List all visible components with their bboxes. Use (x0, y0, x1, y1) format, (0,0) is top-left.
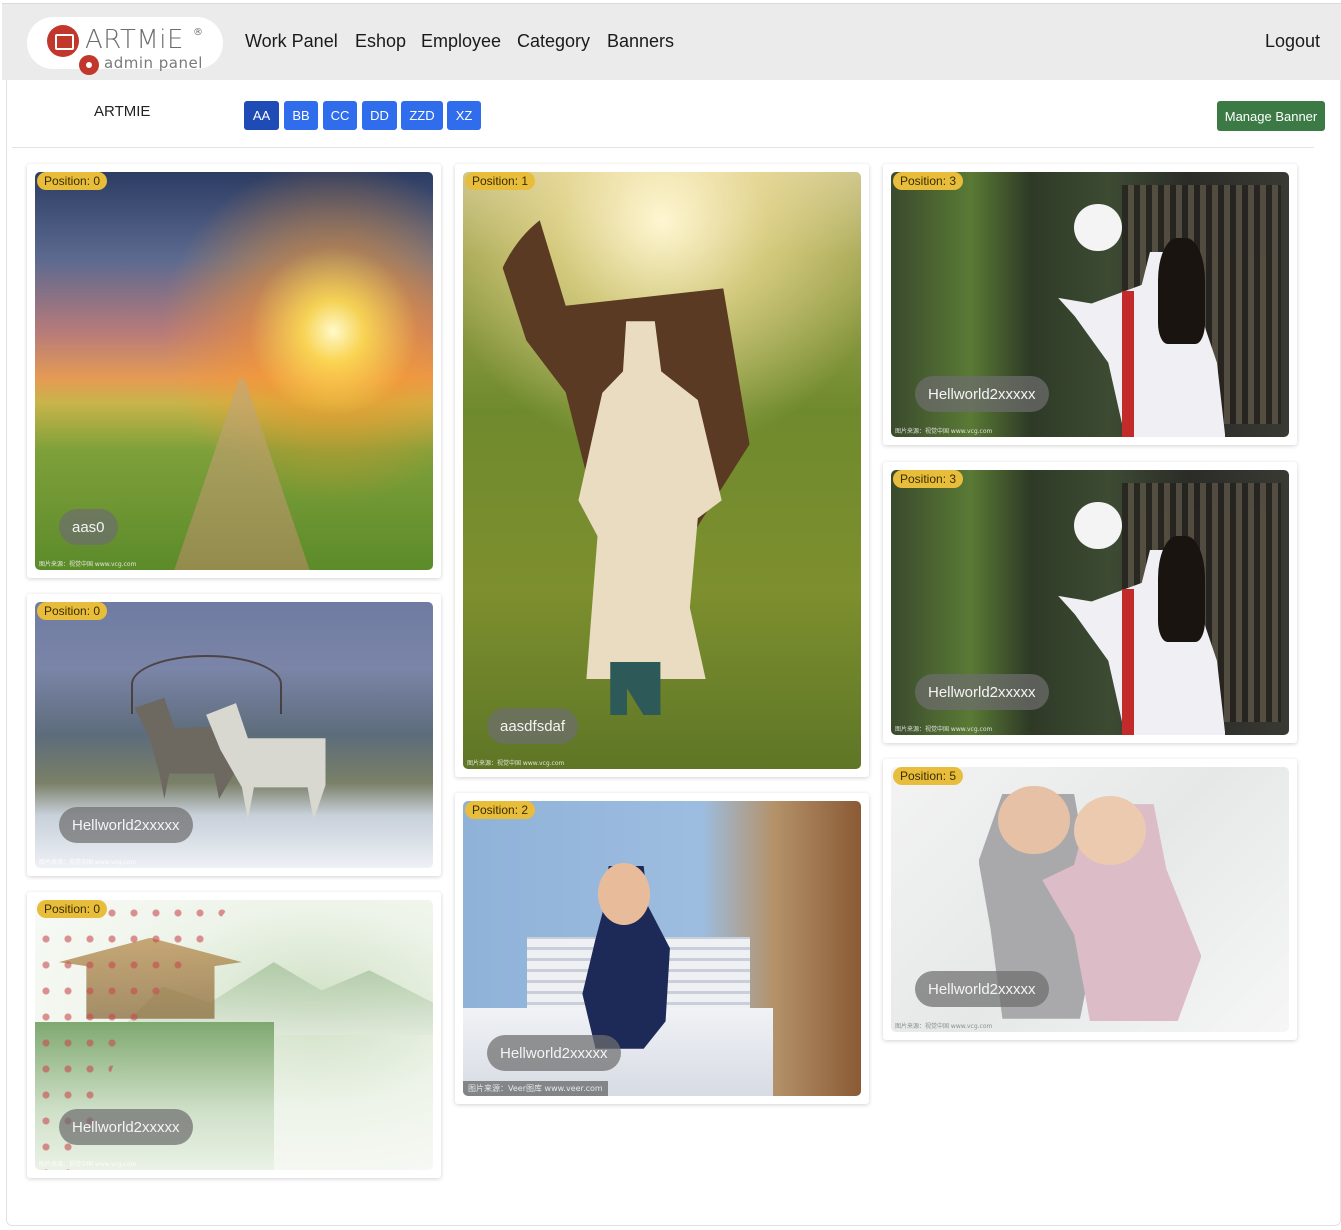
banner-card[interactable]: 图片来源：视觉中国 www.vcg.com Position: 3 Hellwo… (883, 462, 1297, 743)
nav-link-employee[interactable]: Employee (421, 31, 501, 52)
position-badge: Position: 1 (465, 172, 536, 190)
banner-title[interactable]: Hellworld2xxxxx (59, 807, 193, 843)
tab-xz[interactable]: XZ (447, 101, 481, 130)
image-credit: 图片来源：视觉中国 www.vcg.com (39, 1161, 137, 1168)
image-credit: 图片来源：视觉中国 www.vcg.com (895, 428, 993, 435)
banner-card[interactable]: 图片来源：视觉中国 www.vcg.com Position: 0 Hellwo… (27, 892, 441, 1178)
banner-title[interactable]: Hellworld2xxxxx (915, 674, 1049, 710)
image-credit: 图片来源：视觉中国 www.vcg.com (895, 1023, 993, 1030)
nav-link-eshop[interactable]: Eshop (355, 31, 406, 52)
banner-card[interactable]: 图片来源：视觉中国 www.vcg.com Position: 0 aas0 (27, 164, 441, 578)
banner-card[interactable]: 图片来源：视觉中国 www.vcg.com Position: 0 Hellwo… (27, 594, 441, 876)
banner-card[interactable]: 图片来源：视觉中国 www.vcg.com Position: 3 Hellwo… (883, 164, 1297, 445)
position-badge: Position: 0 (37, 602, 108, 620)
tab-dd[interactable]: DD (362, 101, 397, 130)
banner-title[interactable]: Hellworld2xxxxx (915, 971, 1049, 1007)
tab-bb[interactable]: BB (284, 101, 318, 130)
image-credit: 图片来源：视觉中国 www.vcg.com (467, 760, 565, 767)
image-credit: 图片来源：视觉中国 www.vcg.com (39, 859, 137, 866)
gear-icon (79, 55, 99, 75)
tab-aa[interactable]: AA (244, 101, 279, 130)
position-badge: Position: 0 (37, 900, 108, 918)
banner-card[interactable]: 图片来源：Veer图库 www.veer.com Position: 2 Hel… (455, 793, 869, 1104)
banner-title[interactable]: Hellworld2xxxxx (59, 1109, 193, 1145)
position-badge: Position: 2 (465, 801, 536, 819)
position-badge: Position: 0 (37, 172, 108, 190)
logout-link[interactable]: Logout (1265, 31, 1320, 52)
artmie-logo[interactable]: ARTMiE ® admin panel (27, 17, 223, 75)
banner-card[interactable]: 图片来源：视觉中国 www.vcg.com Position: 1 aasdfs… (455, 164, 869, 777)
position-badge: Position: 5 (893, 767, 964, 785)
nav-link-category[interactable]: Category (517, 31, 590, 52)
position-badge: Position: 3 (893, 172, 964, 190)
logo-mark-icon (47, 25, 79, 57)
banner-image-woman-horse (463, 172, 861, 769)
banner-image: 图片来源：视觉中国 www.vcg.com (463, 172, 861, 769)
image-credit: 图片来源：Veer图库 www.veer.com (463, 1081, 608, 1096)
nav-link-banners[interactable]: Banners (607, 31, 674, 52)
nav-link-work-panel[interactable]: Work Panel (245, 31, 338, 52)
manage-banner-button[interactable]: Manage Banner (1217, 101, 1325, 131)
banner-card[interactable]: 图片来源：视觉中国 www.vcg.com Position: 5 Hellwo… (883, 759, 1297, 1040)
logo-subtitle: admin panel (104, 54, 203, 72)
image-credit: 图片来源：视觉中国 www.vcg.com (895, 726, 993, 733)
banner-title[interactable]: Hellworld2xxxxx (915, 376, 1049, 412)
banner-title[interactable]: aasdfsdaf (487, 708, 579, 744)
tab-zzd[interactable]: ZZD (401, 101, 443, 130)
banner-title[interactable]: Hellworld2xxxxx (487, 1035, 621, 1071)
position-badge: Position: 3 (893, 470, 964, 488)
logo-title: ARTMiE (85, 25, 184, 55)
tab-cc[interactable]: CC (323, 101, 357, 130)
brand-label: ARTMIE (94, 103, 151, 120)
toolbar-divider (12, 147, 1314, 148)
logo-registered-mark: ® (193, 27, 203, 38)
top-navbar: ARTMiE ® admin panel Work Panel Eshop Em… (2, 3, 1341, 80)
image-credit: 图片来源：视觉中国 www.vcg.com (39, 561, 137, 568)
banner-title[interactable]: aas0 (59, 509, 118, 545)
